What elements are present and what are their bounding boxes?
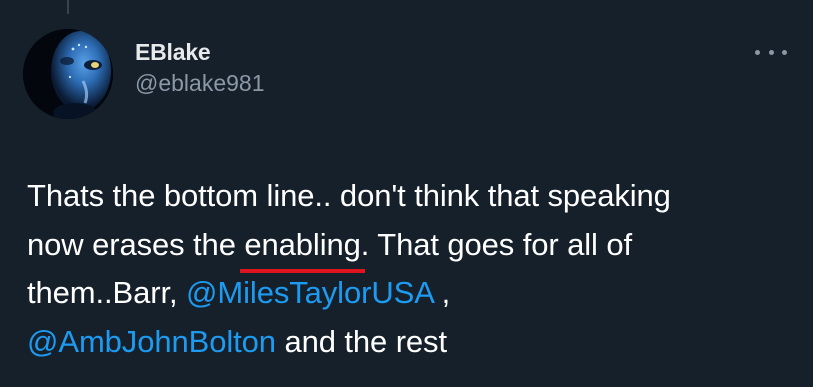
thread-connector-line (67, 0, 69, 14)
tweet-line-2: now erases the enabling. That goes for a… (27, 221, 797, 273)
tweet-text-segment: and the rest (275, 323, 447, 359)
author-display-name[interactable]: EBlake (135, 38, 265, 66)
mention-link-ambjohnbolton[interactable]: @AmbJohnBolton (27, 324, 276, 359)
tweet-line-4: @AmbJohnBolton and the rest (27, 318, 797, 367)
author-info[interactable]: EBlake @eblake981 (135, 38, 265, 98)
tweet-text-segment: , (433, 275, 451, 310)
tweet-line-3: them..Barr, @MilesTaylorUSA , (27, 269, 797, 318)
tweet-text-segment: . That goes for all of (360, 226, 632, 262)
underlined-word: enabling (240, 221, 366, 273)
author-handle[interactable]: @eblake981 (135, 68, 265, 98)
avatar[interactable] (23, 29, 113, 119)
tweet-text-segment: now erases the (27, 226, 245, 262)
tweet-text: Thats the bottom line.. don't think that… (27, 172, 797, 366)
more-dot (782, 49, 787, 55)
avatar-blue-face-icon (23, 29, 113, 119)
more-horizontal-icon (755, 49, 760, 55)
tweet-text-segment: them..Barr, (27, 275, 187, 310)
more-options-button[interactable] (755, 44, 787, 60)
mention-link-milestaylorusa[interactable]: @MilesTaylorUSA (186, 275, 433, 310)
tweet-line-1: Thats the bottom line.. don't think that… (27, 178, 671, 213)
more-dot (768, 49, 774, 55)
